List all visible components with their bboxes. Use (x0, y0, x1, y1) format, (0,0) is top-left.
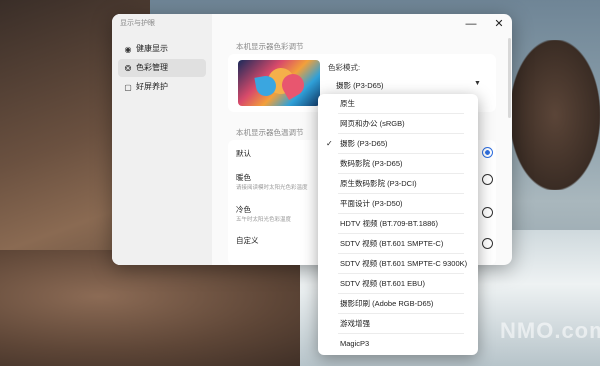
dropdown-option-label: 平面设计 (P3-D50) (340, 199, 403, 208)
wallpaper-rock-bottom (0, 250, 330, 366)
sidebar-item-color-management[interactable]: ❂ 色彩管理 (118, 59, 206, 77)
color-section-title: 本机显示器色彩调节 (236, 42, 304, 51)
wallpaper-preview-image (238, 60, 320, 106)
dropdown-option-label: 数码影院 (P3-D65) (340, 159, 403, 168)
dropdown-option-label: 网页和办公 (sRGB) (340, 119, 405, 128)
dropdown-option[interactable]: 游戏增强 (318, 314, 478, 334)
sidebar: ◉ 健康显示 ❂ 色彩管理 ▢ 好屏养护 (112, 14, 212, 265)
color-mode-select[interactable]: 摄影 (P3-D65) (336, 80, 384, 91)
scrollbar[interactable] (508, 38, 511, 118)
radio-cool[interactable] (482, 207, 493, 218)
dropdown-option-label: 游戏增强 (340, 319, 370, 328)
dropdown-option[interactable]: MagicP3 (318, 334, 478, 354)
sidebar-item-label: 健康显示 (136, 44, 168, 53)
dropdown-option-label: HDTV 视频 (BT.709-BT.1886) (340, 219, 438, 228)
dropdown-option-label: 原生 (340, 99, 355, 108)
sidebar-item-label: 色彩管理 (136, 63, 168, 72)
dropdown-option-label: 原生数码影院 (P3-DCI) (340, 179, 417, 188)
dropdown-option-label: 摄影印刷 (Adobe RGB-D65) (340, 299, 434, 308)
dropdown-option[interactable]: ✓ 摄影 (P3-D65) (318, 134, 478, 154)
temperature-option-desc: 五午时太阳光色彩温度 (236, 217, 292, 223)
eye-icon: ◉ (124, 45, 132, 54)
dropdown-option[interactable]: 平面设计 (P3-D50) (318, 194, 478, 214)
color-mode-dropdown-menu: 原生 网页和办公 (sRGB) ✓ 摄影 (P3-D65) 数码影院 (P3-D6… (318, 94, 478, 355)
color-mode-label: 色彩模式: (328, 63, 361, 72)
watermark-logo: NMO.com (500, 318, 600, 343)
radio-warm[interactable] (482, 174, 493, 185)
dropdown-option[interactable]: 网页和办公 (sRGB) (318, 114, 478, 134)
dropdown-option-label: MagicP3 (340, 339, 370, 348)
dropdown-option-label: 摄影 (P3-D65) (340, 139, 388, 148)
dropdown-option[interactable]: HDTV 视频 (BT.709-BT.1886) (318, 214, 478, 234)
dropdown-option[interactable]: 原生数码影院 (P3-DCI) (318, 174, 478, 194)
radio-custom[interactable] (482, 238, 493, 249)
temperature-option-label: 默认 (236, 149, 251, 158)
dropdown-option-label: SDTV 视频 (BT.601 SMPTE-C) (340, 239, 444, 248)
temperature-option-label: 冷色 (236, 205, 251, 214)
dropdown-option-label: SDTV 视频 (BT.601 SMPTE-C 9300K) (340, 259, 468, 268)
wallpaper-rock-right (510, 40, 600, 190)
dropdown-option[interactable]: SDTV 视频 (BT.601 SMPTE-C 9300K) (318, 254, 478, 274)
dropdown-option[interactable]: 原生 (318, 94, 478, 114)
dropdown-option[interactable]: SDTV 视频 (BT.601 SMPTE-C) (318, 234, 478, 254)
sidebar-item-label: 好屏养护 (136, 82, 168, 91)
sidebar-item-screen-care[interactable]: ▢ 好屏养护 (118, 78, 206, 96)
screen-care-icon: ▢ (124, 83, 132, 92)
checkmark-icon: ✓ (326, 139, 333, 148)
dropdown-option[interactable]: SDTV 视频 (BT.601 EBU) (318, 274, 478, 294)
window-title: 显示与护眼 (120, 20, 155, 27)
temperature-option-desc: 请接阅读模时太阳光色彩温度 (236, 185, 308, 191)
radio-default[interactable] (482, 147, 493, 158)
palette-icon: ❂ (124, 64, 132, 73)
dropdown-option[interactable]: 摄影印刷 (Adobe RGB-D65) (318, 294, 478, 314)
temperature-section-title: 本机显示器色温调节 (236, 128, 304, 137)
chevron-down-icon[interactable]: ▼ (474, 80, 481, 87)
dropdown-option[interactable]: 数码影院 (P3-D65) (318, 154, 478, 174)
temperature-option-label: 自定义 (236, 236, 259, 245)
dropdown-option-label: SDTV 视频 (BT.601 EBU) (340, 279, 426, 288)
sidebar-item-health-display[interactable]: ◉ 健康显示 (118, 40, 206, 58)
temperature-option-label: 暖色 (236, 173, 251, 182)
